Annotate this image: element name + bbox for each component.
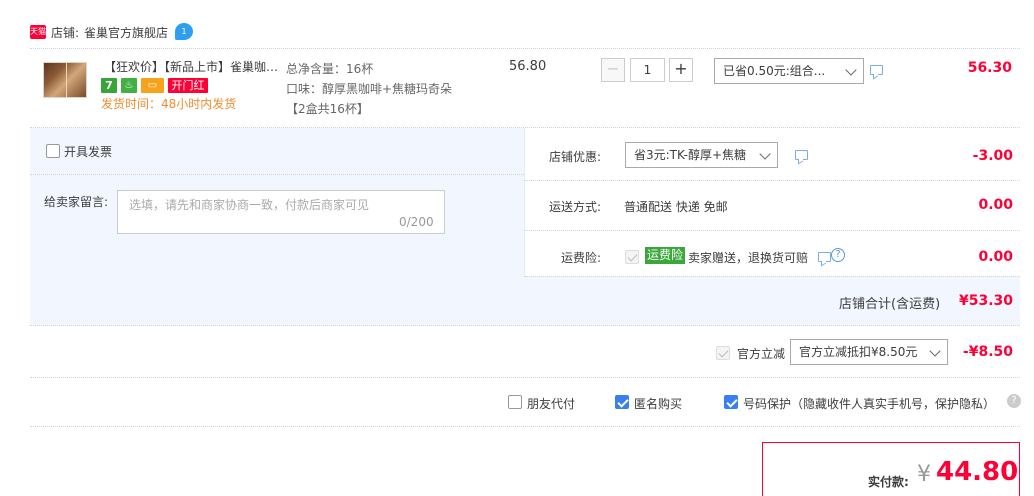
message-icon[interactable] <box>795 150 808 160</box>
official-discount-label: 官方立减 <box>737 347 786 361</box>
phone-protect-checkbox[interactable] <box>724 395 738 409</box>
help-icon[interactable]: ? <box>831 248 845 262</box>
shipping-insurance-checkbox <box>625 250 639 264</box>
chevron-down-icon <box>759 148 771 160</box>
message-icon[interactable] <box>870 65 883 75</box>
friend-pay-checkbox[interactable] <box>508 395 522 409</box>
coffee-cup-icon: ♨ <box>121 78 137 93</box>
divider <box>524 180 1020 181</box>
seven-day-return-icon: 7 <box>101 78 117 93</box>
phone-protect-label: 号码保护（隐藏收件人真实手机号，保护隐私） <box>743 397 996 411</box>
product-title-link[interactable]: 【狂欢价】【新品上市】雀巢咖… <box>104 58 284 75</box>
shipping-insurance-label: 运费险: <box>561 251 602 265</box>
official-discount-select-value: 官方立减抵扣¥8.50元 <box>799 345 918 359</box>
shop-discount-select-value: 省3元:TK-醇厚+焦糖 <box>634 148 747 162</box>
shipping-insurance-tag: 运费险 <box>645 247 686 264</box>
payment-label: 实付款: <box>868 475 909 489</box>
product-thumbnail[interactable] <box>43 62 87 98</box>
anonymous-purchase-label: 匿名购买 <box>634 397 683 411</box>
ship-fee: 0.00 <box>978 197 1013 213</box>
ship-time-text: 发货时间：48小时内发货 <box>101 97 237 111</box>
credit-card-icon: ▭ <box>141 78 164 93</box>
spec-total-content: 总净含量：16杯 <box>286 62 374 76</box>
shipping-insurance-text: 卖家赠送，退换货可赔 <box>688 251 809 265</box>
official-discount-value: -¥8.50 <box>962 344 1013 360</box>
seller-message-count: 0/200 <box>399 215 434 229</box>
shop-discount-select[interactable]: 省3元:TK-醇厚+焦糖 <box>625 142 778 168</box>
payment-currency: ¥ <box>917 462 931 487</box>
shop-label: 店铺: <box>51 26 80 40</box>
ship-method-label: 运送方式: <box>549 200 602 214</box>
message-icon[interactable] <box>818 252 831 262</box>
divider <box>30 377 1020 378</box>
quantity-input[interactable]: 1 <box>630 58 665 82</box>
official-discount-checkbox <box>716 346 730 360</box>
payment-amount: 44.80 <box>936 457 1019 487</box>
anonymous-purchase-checkbox[interactable] <box>615 395 629 409</box>
tmall-badge: 天猫 <box>30 25 46 39</box>
question-icon[interactable]: ? <box>1007 394 1021 408</box>
quantity-plus-button[interactable]: + <box>669 58 693 82</box>
shipping-insurance-fee: 0.00 <box>978 249 1013 265</box>
quantity-minus-button[interactable]: − <box>601 58 625 82</box>
item-row-total: 56.30 <box>967 60 1012 76</box>
wangwang-chat-icon[interactable]: 1 <box>175 23 193 40</box>
invoice-checkbox[interactable] <box>46 144 60 158</box>
shop-discount-value: -3.00 <box>972 148 1013 164</box>
chevron-down-icon <box>929 345 941 357</box>
official-discount-select[interactable]: 官方立减抵扣¥8.50元 <box>790 339 948 365</box>
seller-message-label: 给卖家留言: <box>44 195 109 209</box>
item-promo-select-value: 已省0.50元:组合... <box>723 64 826 78</box>
spec-pack: 【2盒共16杯】 <box>286 102 369 116</box>
unit-price: 56.80 <box>509 59 547 74</box>
divider <box>524 230 1020 231</box>
divider <box>30 174 524 175</box>
invoice-label: 开具发票 <box>64 145 113 159</box>
kaimenhong-badge: 开门红 <box>168 78 208 93</box>
item-promo-select[interactable]: 已省0.50元:组合... <box>714 58 864 84</box>
seller-message-placeholder: 选填，请先和商家协商一致，付款后商家可见 <box>129 198 370 212</box>
shop-subtotal-label: 店铺合计(含运费) <box>839 297 941 312</box>
friend-pay-label: 朋友代付 <box>527 397 576 411</box>
shop-subtotal-value: ¥53.30 <box>958 293 1013 309</box>
divider <box>30 426 1020 427</box>
ship-method-value: 普通配送 快递 免邮 <box>624 200 728 214</box>
divider <box>524 276 1020 277</box>
shop-discount-label: 店铺优惠: <box>549 150 602 164</box>
chevron-down-icon <box>845 64 857 76</box>
shop-name-link[interactable]: 雀巢官方旗舰店 <box>84 24 168 41</box>
spec-flavor: 口味：醇厚黑咖啡+焦糖玛奇朵 <box>286 82 453 96</box>
